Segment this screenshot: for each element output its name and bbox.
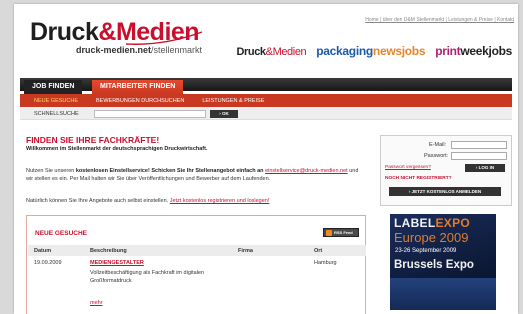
col-datum: Datum [34, 248, 52, 254]
row-ort: Hamburg [314, 260, 337, 266]
password-label: Passwort: [424, 153, 449, 159]
login-box: E-Mail: Passwort: Passwort vergessen? › … [380, 135, 512, 206]
banner-europe: Europe 2009 [394, 230, 469, 245]
subnav-leistungen-preise[interactable]: LEISTUNGEN & PREISE [202, 98, 264, 104]
banner-dates: 23-26 September 2009 [395, 248, 457, 254]
page: Druck&Medien druck-medien.net/stellenmar… [14, 4, 518, 314]
tab-job-finden[interactable]: JOB FINDEN [24, 80, 83, 94]
quick-search-input[interactable] [94, 110, 206, 118]
subnav-bewerbungen-durchsuchen[interactable]: BEWERBUNGEN DURCHSUCHEN [96, 98, 184, 104]
partner-packagingnewsjobs-logo[interactable]: packagingnewsjobs [316, 44, 425, 58]
email-field[interactable] [451, 141, 507, 149]
logo-url: druck-medien.net/stellenmarkt [76, 45, 203, 55]
logo-swoosh-icon [125, 31, 203, 45]
page-title: FINDEN SIE IHRE FACHKRÄFTE! [26, 135, 160, 145]
row-date: 19.09.2009 [34, 260, 62, 266]
banner-image-area [390, 278, 496, 310]
banner-labelexpo: LABELEXPO [394, 216, 471, 230]
login-button[interactable]: › LOG IN [465, 164, 505, 172]
password-field[interactable] [451, 152, 507, 160]
email-label: E-Mail: [429, 142, 447, 148]
register-now-link[interactable]: Jetzt kostenlos registrieren und loslege… [170, 198, 270, 204]
quick-search-ok-button[interactable]: › OK [210, 110, 238, 118]
row-description: Vollzeitbeschäftigung als Fachkraft im d… [90, 270, 205, 284]
table-header: Datum Beschreibung Firma Ort [28, 245, 366, 256]
tab-mitarbeiter-finden[interactable]: MITARBEITER FINDEN [92, 80, 184, 94]
col-beschreibung: Beschreibung [90, 248, 127, 254]
neue-gesuche-title: NEUE GESUCHE [35, 230, 88, 237]
rss-icon [326, 229, 332, 236]
einstellservice-email-link[interactable]: einstellservice@druck-medien.net [265, 168, 348, 174]
quick-search-label: SCHNELLSUCHE [34, 111, 79, 117]
partner-logos: Druck&Medien packagingnewsjobs printweek… [236, 44, 512, 58]
labelexpo-banner[interactable]: LABELEXPO Europe 2009 23-26 September 20… [390, 214, 496, 310]
sub-nav: NEUE GESUCHE BEWERBUNGEN DURCHSUCHEN LEI… [20, 94, 264, 107]
top-links[interactable]: Home | über den D&M Stellenmarkt | Leist… [365, 17, 514, 23]
forgot-password-link[interactable]: Passwort vergessen? [385, 165, 431, 170]
register-free-button[interactable]: › JETZT KOSTENLOS ANMELDEN [389, 187, 501, 196]
intro-register-text: Natürlich können Sie Ihre Angebote auch … [26, 198, 270, 204]
intro-text: Nutzen Sie unseren kostenlosen Einstells… [26, 168, 359, 182]
subnav-neue-gesuche[interactable]: NEUE GESUCHE [34, 98, 78, 104]
col-firma: Firma [238, 248, 253, 254]
row-more-link[interactable]: mehr [90, 300, 103, 306]
partner-printweekjobs-logo[interactable]: printweekjobs [435, 44, 512, 58]
banner-city: Brussels Expo [394, 259, 474, 271]
not-registered-text: NOCH NICHT REGISTRIERT? [385, 176, 452, 181]
partner-druck-medien-logo[interactable]: Druck&Medien [236, 46, 306, 58]
col-ort: Ort [314, 248, 323, 254]
row-title-link[interactable]: MEDIENGESTALTER [90, 260, 144, 266]
welcome-text: Willkommen im Stellenmarkt der deutschsp… [26, 146, 208, 152]
neue-gesuche-box: NEUE GESUCHE RSS Feed Datum Beschreibung… [26, 215, 366, 314]
rss-feed-button[interactable]: RSS Feed [323, 228, 359, 237]
